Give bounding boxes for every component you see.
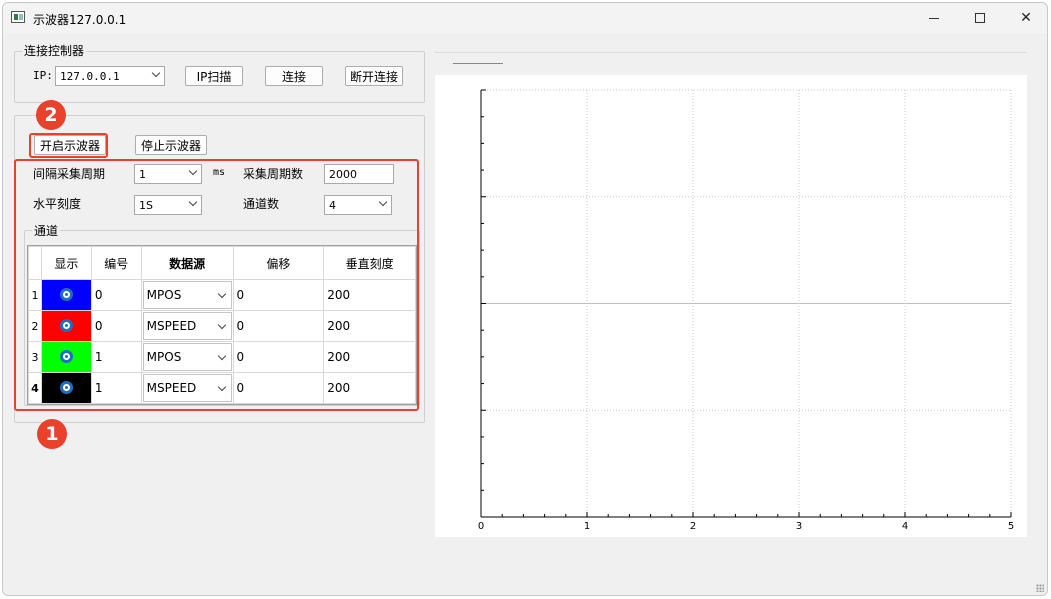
plot-tab-divider: [435, 52, 1027, 53]
title-bar: 示波器127.0.0.1 ✕: [3, 3, 1047, 33]
stop-scope-button[interactable]: 停止示波器: [135, 135, 207, 155]
annotation-highlight-settings: [14, 159, 419, 411]
plot-canvas[interactable]: 0 1 2 3 4 5: [435, 75, 1027, 537]
close-button[interactable]: ✕: [1003, 3, 1047, 33]
disconnect-button[interactable]: 断开连接: [345, 66, 403, 86]
annotation-highlight-start: [29, 133, 108, 158]
x-axis-tick-label: 2: [690, 521, 696, 532]
maximize-icon: [975, 13, 985, 23]
x-axis-tick-label: 1: [584, 521, 590, 532]
x-axis-tick-label: 0: [478, 521, 484, 532]
connect-button[interactable]: 连接: [265, 66, 323, 86]
annotation-badge-1: 1: [37, 419, 67, 449]
plot-tab-indicator: [453, 63, 503, 64]
oscilloscope-plot[interactable]: 0 1 2 3 4 5: [435, 75, 1027, 537]
x-axis-tick-label: 5: [1008, 521, 1014, 532]
connection-group-title: 连接控制器: [22, 42, 87, 59]
ip-label: IP:: [33, 69, 53, 82]
minimize-button[interactable]: [911, 3, 957, 33]
resize-grip-icon[interactable]: [1036, 584, 1044, 592]
app-window: 示波器127.0.0.1 ✕ 连接控制器 IP: 127.0.0.1 IP扫描 …: [2, 2, 1048, 596]
chevron-down-icon: [151, 68, 161, 78]
close-icon: ✕: [1020, 10, 1032, 26]
x-axis-tick-label: 4: [902, 521, 908, 532]
window-title: 示波器127.0.0.1: [33, 13, 127, 27]
ip-scan-button[interactable]: IP扫描: [185, 66, 243, 86]
ip-value: 127.0.0.1: [60, 69, 120, 83]
ip-combobox[interactable]: 127.0.0.1: [55, 66, 165, 86]
x-axis-tick-label: 3: [796, 521, 802, 532]
annotation-badge-2: 2: [36, 100, 66, 130]
app-icon: [11, 11, 25, 23]
minimize-icon: [929, 17, 939, 19]
maximize-button[interactable]: [957, 3, 1003, 33]
